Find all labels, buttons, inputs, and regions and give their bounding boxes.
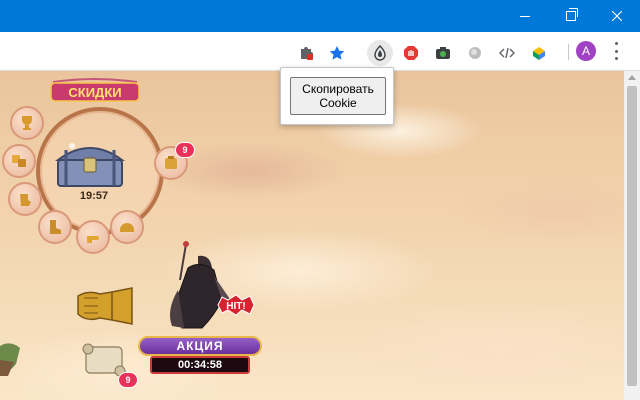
colorful-extension-button[interactable] <box>528 42 550 64</box>
scrollbar-thumb[interactable] <box>627 86 637 386</box>
dice-sale-slot[interactable] <box>2 144 36 178</box>
menu-dot-icon <box>614 49 618 53</box>
close-icon <box>612 11 622 21</box>
dark-knight-character[interactable] <box>158 240 238 332</box>
promo-panel[interactable]: АКЦИЯ 00:34:58 <box>138 336 262 376</box>
adblock-extension-button[interactable] <box>400 42 422 64</box>
menu-dot-icon <box>614 57 618 60</box>
boot-icon <box>50 220 61 234</box>
floating-island <box>0 343 20 376</box>
minimize-icon <box>520 15 530 17</box>
chest-timer: 19:57 <box>79 190 109 202</box>
grey-extension-button[interactable] <box>464 42 486 64</box>
puzzle-extension-button[interactable] <box>295 42 317 64</box>
copy-cookie-label-line2: Cookie <box>319 96 357 110</box>
bookmark-star-button[interactable] <box>326 42 348 64</box>
hand-icon <box>87 236 99 243</box>
treasure-chest[interactable] <box>52 136 128 190</box>
restore-button[interactable] <box>548 0 594 32</box>
scroll-up-arrow-icon[interactable] <box>628 75 636 80</box>
helmet-icon <box>120 223 134 232</box>
promo-timer: 00:34:58 <box>150 356 250 374</box>
promo-label: АКЦИЯ <box>138 336 262 356</box>
sale-title-text: СКИДКИ <box>68 85 121 100</box>
cookie-extension-popup: Скопировать Cookie <box>280 67 394 125</box>
camera-extension-button[interactable] <box>432 42 454 64</box>
sale-title-sign[interactable]: СКИДКИ <box>47 78 143 102</box>
copy-cookie-label-line1: Скопировать <box>302 82 374 96</box>
cup-sale-slot[interactable] <box>10 106 44 140</box>
puzzle-extension-icon <box>301 47 313 60</box>
grey-circle-extension-icon <box>469 47 481 59</box>
camera-extension-icon <box>436 47 450 59</box>
gloves-sale-slot[interactable] <box>8 182 42 216</box>
hit-label: HIT! <box>226 301 245 312</box>
window-title-bar <box>0 0 640 32</box>
ring-count-badge: 9 <box>175 142 195 158</box>
boot-sale-slot[interactable] <box>38 210 72 244</box>
hit-badge: HIT! <box>217 294 255 316</box>
cookie-extension-icon <box>374 45 386 61</box>
restore-icon <box>566 8 578 21</box>
colorful-extension-icon <box>533 47 545 60</box>
trophy-icon <box>22 116 32 130</box>
chrome-menu-button[interactable] <box>612 42 620 60</box>
address-bar-area[interactable] <box>0 36 290 66</box>
dice-icon <box>12 155 26 167</box>
helmet-sale-slot[interactable] <box>110 210 144 244</box>
close-button[interactable] <box>594 0 640 32</box>
code-extension-icon <box>499 47 515 59</box>
cookie-extension-button[interactable] <box>367 40 393 66</box>
adblock-hand-icon <box>404 46 418 60</box>
code-extension-button[interactable] <box>496 42 518 64</box>
scroll-count-badge: 9 <box>118 372 138 388</box>
fist-sale-slot[interactable] <box>76 220 110 254</box>
menu-dot-icon <box>614 42 618 45</box>
minimize-button[interactable] <box>502 0 548 32</box>
gauntlet-icon <box>20 194 31 206</box>
star-bookmark-icon <box>329 46 345 60</box>
golden-fist-item[interactable] <box>76 286 134 326</box>
copy-cookie-button[interactable]: Скопировать Cookie <box>290 77 386 115</box>
toolbar-separator <box>568 44 569 60</box>
profile-avatar[interactable]: A <box>576 41 596 61</box>
bag-icon <box>165 156 177 169</box>
